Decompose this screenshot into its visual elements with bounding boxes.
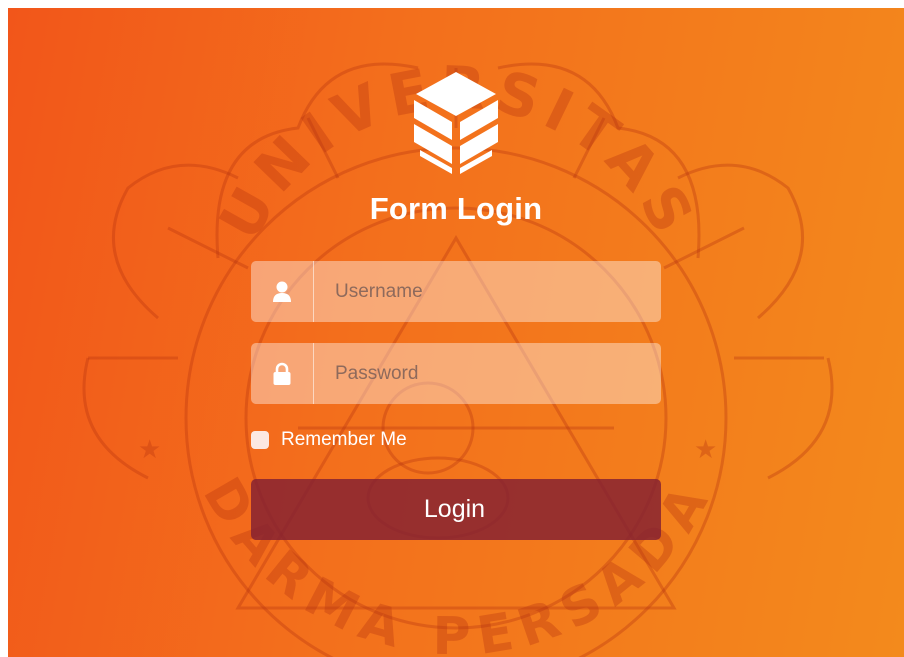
login-page: UNIVERSITAS DARMA PERSADA ★ ★ Form Login — [8, 8, 904, 657]
username-input[interactable] — [314, 260, 661, 323]
password-input[interactable] — [314, 342, 661, 405]
username-icon-box — [251, 261, 314, 322]
remember-me-checkbox[interactable]: Remember Me — [251, 429, 407, 451]
password-icon-box — [251, 343, 314, 404]
hexagon-box-logo-icon — [414, 72, 498, 174]
svg-text:★: ★ — [694, 435, 717, 465]
page-title: Form Login — [369, 191, 543, 226]
remember-me-label: Remember Me — [281, 429, 407, 450]
username-field[interactable] — [251, 260, 661, 323]
lock-icon — [273, 362, 291, 385]
login-button[interactable]: Login — [251, 479, 661, 540]
svg-text:★: ★ — [138, 435, 161, 465]
password-field[interactable] — [251, 342, 661, 405]
checkbox-box[interactable] — [251, 431, 269, 449]
user-icon — [273, 281, 291, 302]
